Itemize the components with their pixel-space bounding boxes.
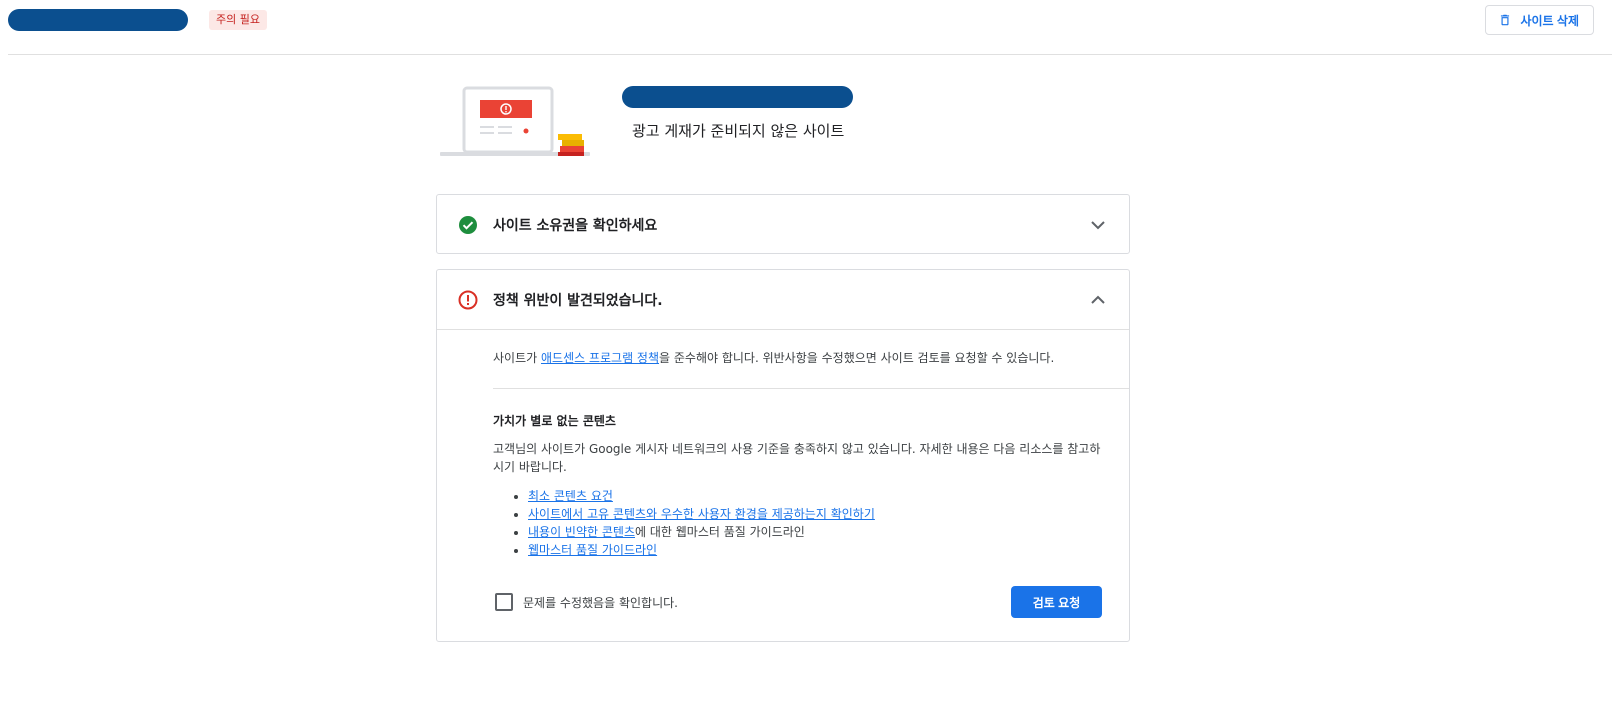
ownership-title: 사이트 소유권을 확인하세요	[493, 218, 658, 234]
list-item: 최소 콘텐츠 요건	[528, 487, 875, 505]
ownership-card-header[interactable]: 사이트 소유권을 확인하세요	[437, 195, 1129, 253]
thin-content-suffix: 에 대한 웹마스터 품질 가이드라인	[635, 525, 805, 539]
top-bar: 주의 필요 사이트 삭제	[0, 0, 1612, 54]
section-divider	[493, 388, 1129, 389]
intro-suffix: 을 준수해야 합니다. 위반사항을 수정했으면 사이트 검토를 요청할 수 있습…	[659, 351, 1055, 365]
policy-intro: 사이트가 애드센스 프로그램 정책을 준수해야 합니다. 위반사항을 수정했으면…	[493, 349, 1054, 366]
list-item: 내용이 빈약한 콘텐츠에 대한 웹마스터 품질 가이드라인	[528, 523, 875, 541]
thin-content-link[interactable]: 내용이 빈약한 콘텐츠	[528, 525, 635, 539]
confirm-checkbox[interactable]	[495, 593, 513, 611]
laptop-warning-illustration	[440, 86, 590, 156]
violation-section-title: 가치가 별로 없는 콘텐츠	[493, 414, 616, 428]
unique-content-link[interactable]: 사이트에서 고유 콘텐츠와 우수한 사용자 환경을 제공하는지 확인하기	[528, 507, 875, 521]
ownership-card: 사이트 소유권을 확인하세요	[436, 194, 1130, 254]
chevron-down-icon[interactable]	[1089, 216, 1107, 234]
list-item: 사이트에서 고유 콘텐츠와 우수한 사용자 환경을 제공하는지 확인하기	[528, 505, 875, 523]
violation-section-description: 고객님의 사이트가 Google 게시자 네트워크의 사용 기준을 충족하지 않…	[493, 442, 1101, 474]
minimum-content-link[interactable]: 최소 콘텐츠 요건	[528, 489, 613, 503]
header-divider	[8, 54, 1612, 55]
site-title-redacted	[622, 86, 853, 108]
site-status-subtitle: 광고 게재가 준비되지 않은 사이트	[632, 122, 845, 140]
delete-site-button[interactable]: 사이트 삭제	[1485, 5, 1594, 35]
webmaster-guidelines-link[interactable]: 웹마스터 품질 가이드라인	[528, 543, 657, 557]
adsense-policy-link[interactable]: 애드센스 프로그램 정책	[541, 351, 659, 365]
list-item: 웹마스터 품질 가이드라인	[528, 541, 875, 559]
confirm-fixed-checkbox-row[interactable]: 문제를 수정했음을 확인합니다.	[495, 593, 678, 611]
policy-card-header[interactable]: 정책 위반이 발견되었습니다.	[437, 270, 1129, 330]
policy-title: 정책 위반이 발견되었습니다.	[493, 293, 663, 309]
delete-site-label: 사이트 삭제	[1520, 13, 1579, 28]
status-badge: 주의 필요	[209, 10, 267, 30]
confirm-label: 문제를 수정했음을 확인합니다.	[523, 595, 678, 610]
error-circle-icon	[458, 290, 478, 310]
request-review-button[interactable]: 검토 요청	[1011, 586, 1102, 618]
intro-prefix: 사이트가	[493, 351, 541, 365]
policy-violation-card: 정책 위반이 발견되었습니다. 사이트가 애드센스 프로그램 정책을 준수해야 …	[436, 269, 1130, 642]
chevron-up-icon[interactable]	[1089, 291, 1107, 309]
check-circle-icon	[459, 216, 477, 234]
resource-list: 최소 콘텐츠 요건 사이트에서 고유 콘텐츠와 우수한 사용자 환경을 제공하는…	[493, 487, 875, 559]
site-name-redacted	[8, 9, 188, 31]
trash-icon	[1501, 14, 1510, 26]
